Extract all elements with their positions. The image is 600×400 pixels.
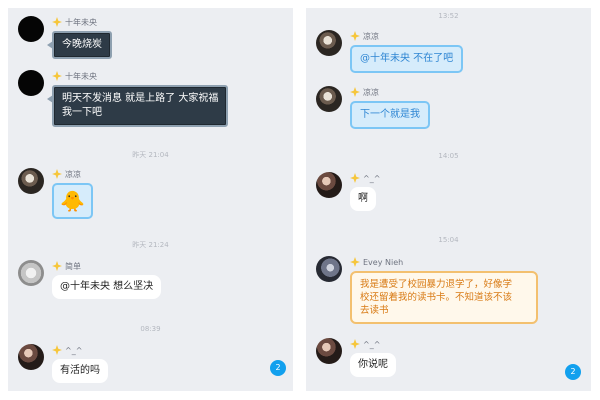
avatar[interactable]: [18, 344, 44, 370]
avatar[interactable]: [18, 70, 44, 96]
sender-name-row: 凉凉: [350, 30, 379, 42]
message-row: 十年未央 明天不发消息 就是上路了 大家祝福 我一下吧: [18, 70, 283, 130]
message-row: 凉凉 下一个就是我: [316, 86, 581, 132]
avatar[interactable]: [316, 86, 342, 112]
sender-name: ^_^: [363, 173, 381, 183]
avatar[interactable]: [316, 338, 342, 364]
sender-name: Evey Nieh: [363, 257, 404, 267]
timestamp: 14:05: [438, 152, 459, 160]
message-bubble[interactable]: 你说呢: [350, 353, 396, 377]
sender-name: 凉凉: [65, 169, 81, 179]
rank-star-icon: [52, 71, 62, 81]
sender-name-row: 简单: [52, 260, 81, 272]
message-text: @十年未央 不在了吧: [360, 53, 454, 64]
message-row: ^_^ 你说呢: [316, 338, 581, 384]
sender-name: 凉凉: [363, 87, 379, 97]
message-bubble[interactable]: @十年未央 想么坚决: [52, 275, 162, 299]
rank-star-icon: [52, 261, 62, 271]
message-text: 今晚烧炭: [62, 39, 102, 50]
message-bubble[interactable]: 🐥: [52, 183, 93, 219]
sender-name-row: ^_^: [350, 338, 380, 350]
timestamp: 08:39: [140, 325, 161, 333]
rank-star-icon: [350, 31, 360, 41]
timestamp: 昨天 21:04: [132, 151, 169, 159]
sender-name-row: 十年未央: [52, 16, 97, 28]
message-text: 你说呢: [358, 359, 388, 370]
avatar[interactable]: [18, 260, 44, 286]
rank-star-icon: [350, 173, 360, 183]
message-row: ^_^ 有活的吗: [18, 344, 283, 388]
rank-star-icon: [52, 169, 62, 179]
message-row: 凉凉 🐥: [18, 168, 283, 228]
unread-count-badge[interactable]: 2: [270, 360, 286, 376]
message-row: 十年未央 今晚烧炭: [18, 16, 283, 59]
message-row: 凉凉 @十年未央 不在了吧: [316, 30, 581, 76]
message-text: 有活的吗: [60, 365, 100, 376]
sender-name: 简单: [65, 261, 81, 271]
message-text: @十年未央 想么坚决: [60, 281, 154, 292]
timestamp: 昨天 21:24: [132, 241, 169, 249]
sender-name-row: ^_^: [350, 172, 380, 184]
rank-star-icon: [350, 257, 360, 267]
message-text-line: 校还留着我的读书卡。不知道该不该: [360, 292, 513, 303]
timestamp: 13:52: [438, 12, 459, 20]
message-text-line: 我一下吧: [62, 107, 102, 118]
sender-name-row: ^_^: [52, 344, 82, 356]
rank-star-icon: [350, 339, 360, 349]
avatar[interactable]: [18, 16, 44, 42]
message-bubble[interactable]: 今晚烧炭: [47, 31, 112, 59]
message-bubble[interactable]: 有活的吗: [52, 359, 108, 383]
chat-screen-right: 13:52 凉凉 @十年未央 不在了吧 凉凉 下一个就是我 14:05 ^_^ …: [306, 8, 591, 391]
message-row: Evey Nieh 我是遭受了校园暴力退学了，好像学 校还留着我的读书卡。不知道…: [316, 256, 581, 332]
avatar[interactable]: [316, 256, 342, 282]
message-text-line: 去读书: [360, 305, 389, 316]
sender-name: 十年未央: [65, 71, 97, 81]
message-bubble[interactable]: 啊: [350, 187, 376, 211]
sender-name: ^_^: [65, 345, 83, 355]
message-text: 啊: [358, 193, 368, 204]
sender-name-row: 十年未央: [52, 70, 97, 82]
message-text: 下一个就是我: [360, 109, 420, 120]
sender-name: 十年未央: [65, 17, 97, 27]
message-bubble[interactable]: 下一个就是我: [350, 101, 430, 129]
sender-name-row: 凉凉: [52, 168, 81, 180]
sender-name-row: 凉凉: [350, 86, 379, 98]
unread-count-badge[interactable]: 2: [565, 364, 581, 380]
sender-name: 凉凉: [363, 31, 379, 41]
rank-star-icon: [52, 345, 62, 355]
chat-screen-left: 十年未央 今晚烧炭 十年未央 明天不发消息 就是上路了 大家祝福 我一下吧 昨天…: [8, 8, 293, 391]
sticker-emoji: 🐥: [60, 189, 85, 213]
timestamp: 15:04: [438, 236, 459, 244]
avatar[interactable]: [18, 168, 44, 194]
message-row: 简单 @十年未央 想么坚决: [18, 260, 283, 308]
sender-name: ^_^: [363, 339, 381, 349]
message-bubble[interactable]: 明天不发消息 就是上路了 大家祝福 我一下吧: [46, 85, 229, 127]
message-bubble[interactable]: 我是遭受了校园暴力退学了，好像学 校还留着我的读书卡。不知道该不该 去读书: [350, 271, 538, 324]
sender-name-row: Evey Nieh: [350, 256, 403, 268]
message-row: ^_^ 啊: [316, 172, 581, 220]
rank-star-icon: [350, 87, 360, 97]
message-text-line: 明天不发消息 就是上路了 大家祝福: [62, 93, 219, 104]
rank-star-icon: [52, 17, 62, 27]
message-text-line: 我是遭受了校园暴力退学了，好像学: [360, 279, 513, 290]
avatar[interactable]: [316, 30, 342, 56]
avatar[interactable]: [316, 172, 342, 198]
message-bubble[interactable]: @十年未央 不在了吧: [350, 45, 464, 73]
